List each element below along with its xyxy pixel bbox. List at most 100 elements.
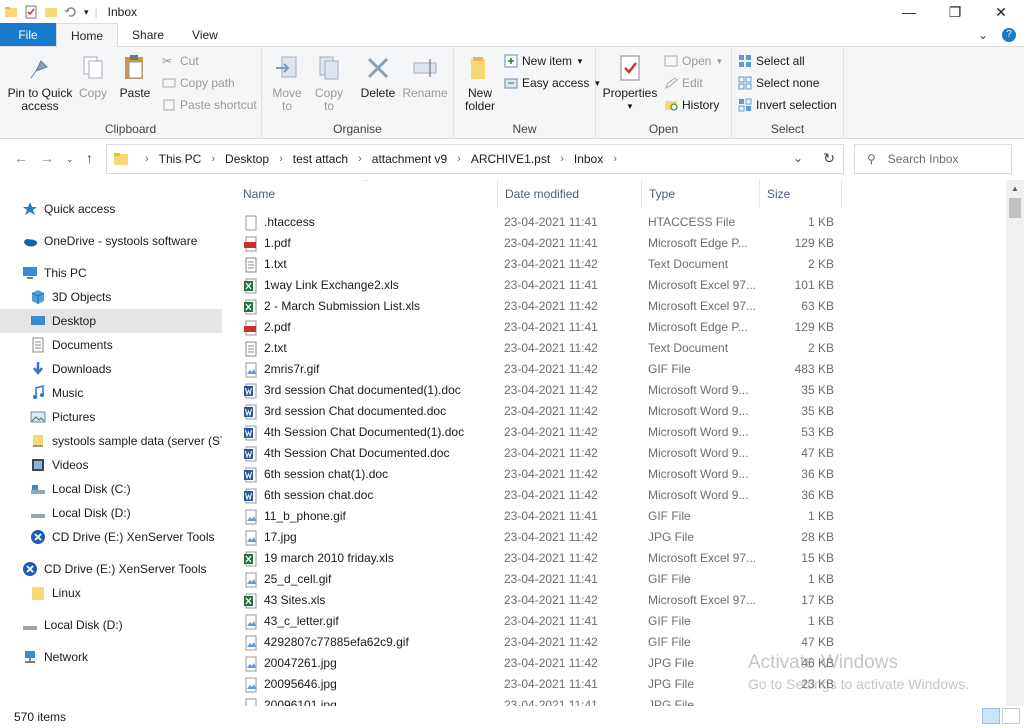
nav-item-local-disk-d-root[interactable]: Local Disk (D:) bbox=[0, 613, 222, 637]
nav-item-downloads[interactable]: Downloads bbox=[0, 357, 222, 381]
table-row[interactable]: 4292807c77885efa62c9.gif 23-04-2021 11:42… bbox=[236, 632, 836, 653]
nav-item-systools-sample-data[interactable]: systools sample data (server (STI bbox=[0, 429, 222, 453]
tab-file[interactable]: File bbox=[0, 23, 56, 46]
paste-button[interactable]: Paste bbox=[116, 53, 154, 100]
breadcrumb-item[interactable]: Inbox bbox=[574, 152, 603, 166]
table-row[interactable]: 2 - March Submission List.xls 23-04-2021 … bbox=[236, 296, 836, 317]
open-button[interactable]: Open ▼ bbox=[664, 51, 723, 71]
minimize-icon[interactable]: — bbox=[886, 0, 932, 24]
maximize-icon[interactable]: ❐ bbox=[932, 0, 978, 24]
column-header-size[interactable]: Size bbox=[760, 180, 842, 208]
select-none-button[interactable]: Select none bbox=[738, 73, 819, 93]
paste-shortcut-button[interactable]: Paste shortcut bbox=[162, 95, 257, 115]
move-to-button[interactable]: Move to bbox=[270, 53, 304, 113]
nav-item-videos[interactable]: Videos bbox=[0, 453, 222, 477]
copy-to-button[interactable]: Copy to bbox=[312, 53, 346, 113]
table-row[interactable]: 20096101.jpg 23-04-2021 11:41 JPG File bbox=[236, 695, 836, 706]
table-row[interactable]: 4th Session Chat Documented(1).doc 23-04-… bbox=[236, 422, 836, 443]
nav-item-3d-objects[interactable]: 3D Objects bbox=[0, 285, 222, 309]
table-row[interactable]: 2.txt 23-04-2021 11:42 Text Document 2 KB bbox=[236, 338, 836, 359]
nav-item-pictures[interactable]: Pictures bbox=[0, 405, 222, 429]
properties-check-icon[interactable] bbox=[24, 5, 38, 19]
breadcrumb-item[interactable]: attachment v9 bbox=[372, 152, 447, 166]
table-row[interactable]: 20095646.jpg 23-04-2021 11:41 JPG File 23 K… bbox=[236, 674, 836, 695]
large-icons-view-icon[interactable] bbox=[1002, 708, 1020, 724]
back-arrow-icon[interactable]: ← bbox=[14, 150, 28, 166]
nav-item-quick-access[interactable]: Quick access bbox=[0, 197, 222, 221]
table-row[interactable]: 6th session chat(1).doc 23-04-2021 11:42 M… bbox=[236, 464, 836, 485]
table-row[interactable]: 43_c_letter.gif 23-04-2021 11:41 GIF File 1… bbox=[236, 611, 836, 632]
nav-item-onedrive[interactable]: OneDrive - systools software bbox=[0, 229, 222, 253]
table-row[interactable]: 43 Sites.xls 23-04-2021 11:42 Microsoft Ex… bbox=[236, 590, 836, 611]
recent-locations-icon[interactable]: ⌄ bbox=[66, 154, 74, 165]
search-input[interactable]: ⚲ Search Inbox bbox=[854, 144, 1012, 174]
copy-path-button[interactable]: Copy path bbox=[162, 73, 235, 93]
table-row[interactable]: .htaccess 23-04-2021 11:41 HTACCESS File 1 … bbox=[236, 212, 836, 233]
new-folder-icon[interactable] bbox=[44, 5, 58, 19]
select-all-button[interactable]: Select all bbox=[738, 51, 805, 71]
table-row[interactable]: 1.txt 23-04-2021 11:42 Text Document 2 KB bbox=[236, 254, 836, 275]
nav-item-documents[interactable]: Documents bbox=[0, 333, 222, 357]
rename-button[interactable]: Rename bbox=[402, 53, 448, 100]
nav-item-this-pc[interactable]: This PC bbox=[0, 261, 222, 285]
nav-item-network[interactable]: Network bbox=[0, 645, 222, 669]
new-folder-button[interactable]: New folder bbox=[460, 53, 500, 113]
chevron-down-icon[interactable]: ⌄ bbox=[978, 28, 988, 42]
pin-quick-access-button[interactable]: Pin to Quick access bbox=[6, 53, 74, 113]
breadcrumb-item[interactable]: Desktop bbox=[225, 152, 269, 166]
column-header-date[interactable]: Date modified bbox=[498, 180, 642, 208]
column-header-name[interactable]: Name bbox=[236, 180, 498, 208]
edit-button[interactable]: Edit bbox=[664, 73, 703, 93]
nav-item-local-disk-d[interactable]: Local Disk (D:) bbox=[0, 501, 222, 525]
nav-item-music[interactable]: Music bbox=[0, 381, 222, 405]
table-row[interactable]: 1.pdf 23-04-2021 11:41 Microsoft Edge P...… bbox=[236, 233, 836, 254]
scrollbar-thumb[interactable] bbox=[1009, 198, 1021, 218]
tab-share[interactable]: Share bbox=[118, 23, 178, 46]
new-item-button[interactable]: New item ▼ bbox=[504, 51, 584, 71]
delete-button[interactable]: Delete bbox=[358, 53, 398, 100]
table-row[interactable]: 2.pdf 23-04-2021 11:41 Microsoft Edge P...… bbox=[236, 317, 836, 338]
invert-selection-button[interactable]: Invert selection bbox=[738, 95, 837, 115]
table-row[interactable]: 4th Session Chat Documented.doc 23-04-202… bbox=[236, 443, 836, 464]
nav-item-local-disk-c[interactable]: Local Disk (C:) bbox=[0, 477, 222, 501]
table-row[interactable]: 19 march 2010 friday.xls 23-04-2021 11:42… bbox=[236, 548, 836, 569]
nav-item-desktop[interactable]: Desktop bbox=[0, 309, 222, 333]
address-dropdown-icon[interactable]: ⌄ bbox=[793, 151, 803, 165]
history-button[interactable]: History bbox=[664, 95, 719, 115]
table-row[interactable]: 3rd session Chat documented(1).doc 23-04-… bbox=[236, 380, 836, 401]
easy-access-button[interactable]: Easy access ▼ bbox=[504, 73, 601, 93]
tab-home[interactable]: Home bbox=[56, 23, 119, 47]
qat-dropdown-icon[interactable]: ▾ bbox=[84, 7, 89, 18]
properties-button[interactable]: Properties ▼ bbox=[602, 53, 658, 113]
scroll-up-icon[interactable]: ▲ bbox=[1011, 184, 1019, 193]
table-row[interactable]: 20047261.jpg 23-04-2021 11:42 JPG File 46 K… bbox=[236, 653, 836, 674]
copy-button[interactable]: Copy bbox=[76, 53, 110, 100]
breadcrumb-item[interactable]: test attach bbox=[293, 152, 348, 166]
breadcrumb-separator-icon: › bbox=[457, 153, 461, 165]
table-row[interactable]: 1way Link Exchange2.xls 23-04-2021 11:41 M… bbox=[236, 275, 836, 296]
breadcrumb-item[interactable]: ARCHIVE1.pst bbox=[471, 152, 550, 166]
table-row[interactable]: 25_d_cell.gif 23-04-2021 11:41 GIF File 1 K… bbox=[236, 569, 836, 590]
undo-icon[interactable] bbox=[64, 5, 78, 19]
details-view-icon[interactable] bbox=[982, 708, 1000, 724]
file-date: 23-04-2021 11:41 bbox=[504, 215, 598, 229]
table-row[interactable]: 3rd session Chat documented.doc 23-04-202… bbox=[236, 401, 836, 422]
nav-item-cd-drive-e-root[interactable]: CD Drive (E:) XenServer Tools bbox=[0, 557, 222, 581]
tab-view[interactable]: View bbox=[178, 23, 232, 46]
refresh-icon[interactable]: ↻ bbox=[823, 150, 835, 167]
table-row[interactable]: 2mris7r.gif 23-04-2021 11:42 GIF File 483 K… bbox=[236, 359, 836, 380]
table-row[interactable]: 6th session chat.doc 23-04-2021 11:42 Micr… bbox=[236, 485, 836, 506]
cut-button[interactable]: ✂ Cut bbox=[162, 51, 199, 71]
vertical-scrollbar[interactable]: ▲ bbox=[1006, 180, 1024, 706]
address-bar[interactable]: › This PC › Desktop › test attach › atta… bbox=[106, 144, 844, 174]
table-row[interactable]: 11_b_phone.gif 23-04-2021 11:41 GIF File 1 … bbox=[236, 506, 836, 527]
nav-item-cd-drive-e[interactable]: CD Drive (E:) XenServer Tools bbox=[0, 525, 222, 549]
nav-item-linux[interactable]: Linux bbox=[0, 581, 222, 605]
up-arrow-icon[interactable]: ↑ bbox=[86, 150, 93, 166]
forward-arrow-icon[interactable]: → bbox=[40, 150, 54, 166]
close-icon[interactable]: ✕ bbox=[978, 0, 1024, 24]
breadcrumb-item[interactable]: This PC bbox=[159, 152, 202, 166]
help-icon[interactable]: ? bbox=[1002, 28, 1016, 42]
column-header-type[interactable]: Type bbox=[642, 180, 760, 208]
table-row[interactable]: 17.jpg 23-04-2021 11:42 JPG File 28 KB bbox=[236, 527, 836, 548]
